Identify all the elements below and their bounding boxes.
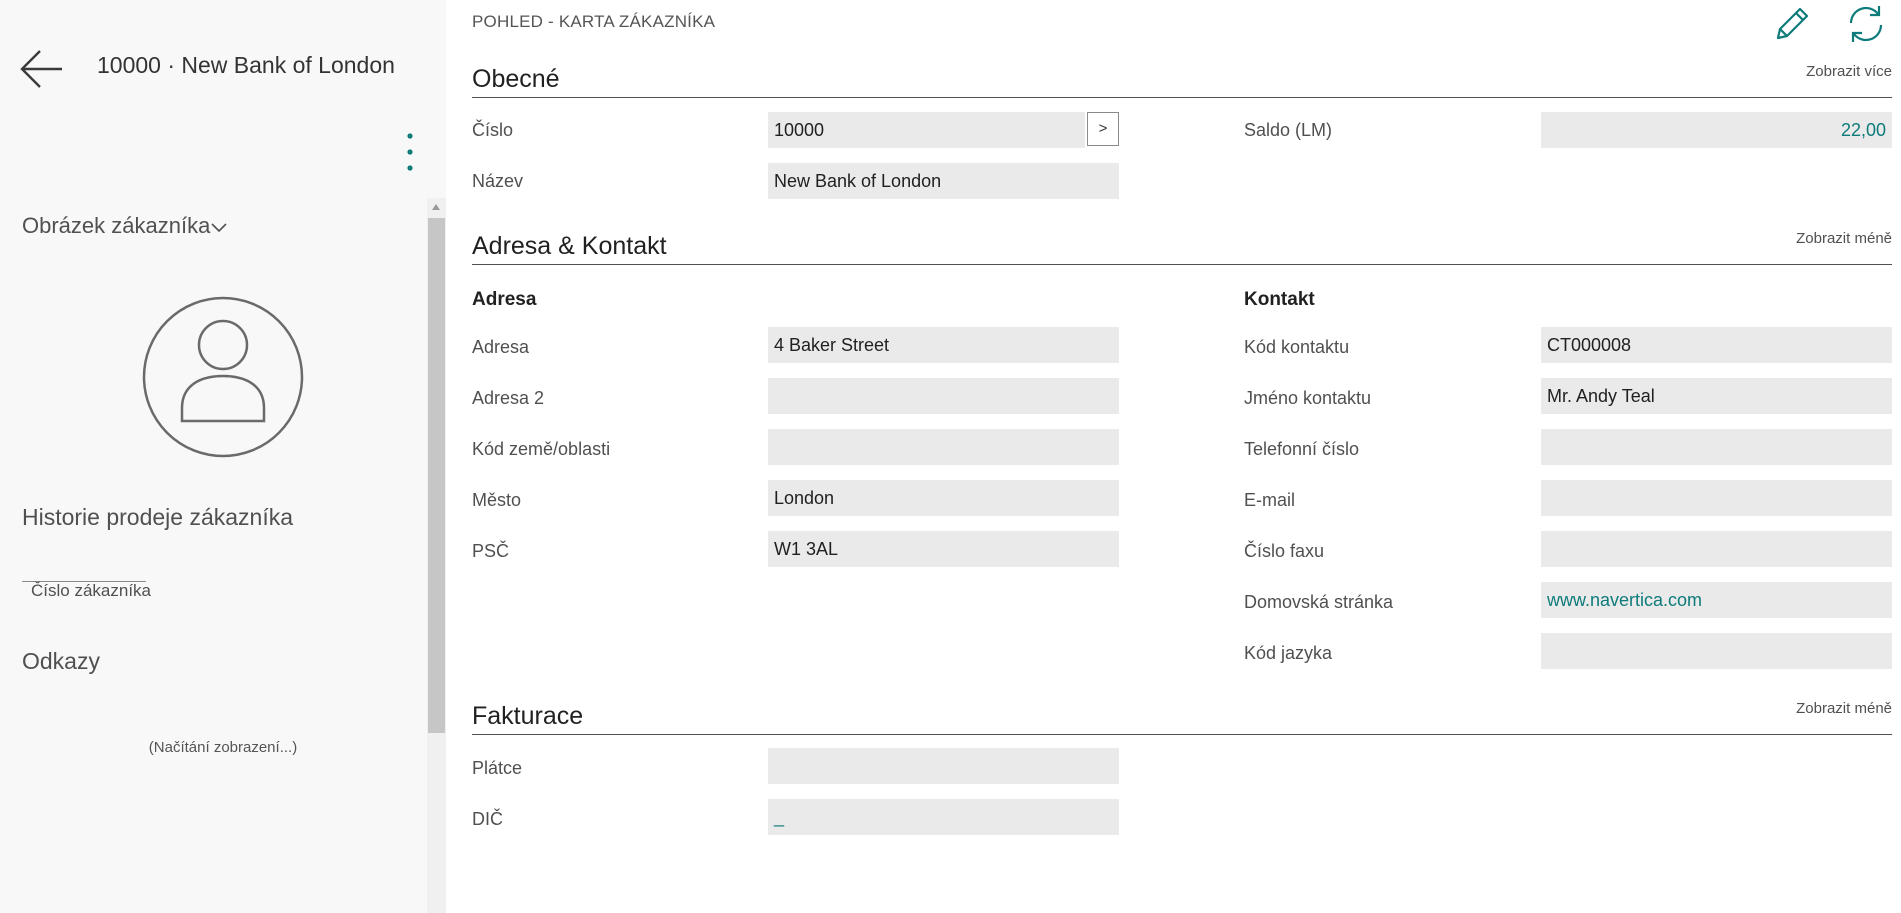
field-balance-value[interactable]: 22,00 (1541, 112, 1892, 148)
field-address2-label: Adresa 2 (472, 388, 545, 408)
more-options-icon (407, 133, 413, 171)
links-title: Odkazy (22, 648, 100, 674)
edit-button[interactable] (1772, 4, 1812, 49)
section-invoicing: Fakturace Zobrazit méně (472, 700, 1892, 735)
field-vat-input[interactable]: _ (768, 799, 1119, 835)
field-contact-code-label: Kód kontaktu (1244, 337, 1350, 357)
view-title: POHLED - KARTA ZÁKAZNÍKA (472, 12, 716, 31)
field-phone-label: Telefonní číslo (1244, 439, 1360, 459)
person-icon (142, 296, 304, 458)
field-contact-name-label: Jméno kontaktu (1244, 388, 1372, 408)
field-homepage-link[interactable]: www.navertica.com (1541, 582, 1892, 618)
factbox-pane: 10000 · New Bank of London Obrázek zákaz… (0, 0, 446, 913)
refresh-button[interactable] (1846, 4, 1886, 49)
scroll-thumb[interactable] (428, 218, 445, 733)
scroll-up-arrow-icon[interactable] (432, 204, 440, 210)
page-caption: 10000 · New Bank of London (97, 52, 395, 78)
field-vat-label: DIČ (472, 809, 503, 829)
more-options-button[interactable] (400, 132, 420, 174)
chevron-down-icon[interactable] (210, 222, 228, 234)
field-email-label: E-mail (1244, 490, 1296, 510)
field-city-input[interactable]: London (768, 480, 1119, 516)
field-contact-code-input[interactable]: CT000008 (1541, 327, 1892, 363)
refresh-icon (1849, 6, 1883, 42)
show-less-link[interactable]: Zobrazit méně (1796, 230, 1892, 247)
field-email-input[interactable] (1541, 480, 1892, 516)
field-postcode-label: PSČ (472, 541, 510, 561)
field-payer-input[interactable] (768, 748, 1119, 784)
customer-picture-title: Obrázek zákazníka (22, 213, 211, 238)
loading-text: (Načítání zobrazení...) (148, 739, 298, 756)
contact-subheading: Kontakt (1244, 289, 1315, 310)
field-fax-input[interactable] (1541, 531, 1892, 567)
section-general-title: Obecné (472, 65, 560, 93)
field-address-input[interactable]: 4 Baker Street (768, 327, 1119, 363)
customer-picture-toggle[interactable]: Obrázek zákazníka (22, 213, 210, 239)
factbox-scrollbar[interactable] (427, 198, 446, 913)
field-name-input[interactable]: New Bank of London (768, 163, 1119, 199)
back-arrow-icon (20, 50, 62, 88)
address-subheading: Adresa (472, 289, 537, 310)
field-homepage-label: Domovská stránka (1244, 592, 1394, 612)
section-address-contact: Adresa & Kontakt Zobrazit méně (472, 230, 1892, 265)
assist-edit-button[interactable]: > (1087, 112, 1119, 146)
section-address-contact-title: Adresa & Kontakt (472, 232, 667, 260)
field-country-input[interactable] (768, 429, 1119, 465)
field-address-label: Adresa (472, 337, 530, 357)
field-contact-name-input[interactable]: Mr. Andy Teal (1541, 378, 1892, 414)
field-postcode-input[interactable]: W1 3AL (768, 531, 1119, 567)
field-language-input[interactable] (1541, 633, 1892, 669)
pencil-icon (1776, 7, 1809, 40)
field-city-label: Město (472, 490, 522, 510)
field-language-label: Kód jazyka (1244, 643, 1333, 663)
sales-history-title: Historie prodeje zákazníka (22, 504, 294, 530)
field-phone-input[interactable] (1541, 429, 1892, 465)
field-country-label: Kód země/oblasti (472, 439, 611, 459)
section-general: Obecné Zobrazit více (472, 63, 1892, 98)
field-no-input[interactable]: 10000 (768, 112, 1085, 148)
customer-no-label: Číslo zákazníka (31, 581, 151, 600)
field-no-label: Číslo (472, 120, 514, 140)
field-payer-label: Plátce (472, 758, 523, 778)
field-name-label: Název (472, 171, 524, 191)
show-more-link[interactable]: Zobrazit více (1806, 63, 1892, 80)
field-fax-label: Číslo faxu (1244, 541, 1325, 561)
section-invoicing-title: Fakturace (472, 702, 584, 730)
field-balance-label: Saldo (LM) (1244, 120, 1333, 140)
show-less-link-invoicing[interactable]: Zobrazit méně (1796, 700, 1892, 717)
field-address2-input[interactable] (768, 378, 1119, 414)
back-button[interactable] (20, 48, 66, 92)
